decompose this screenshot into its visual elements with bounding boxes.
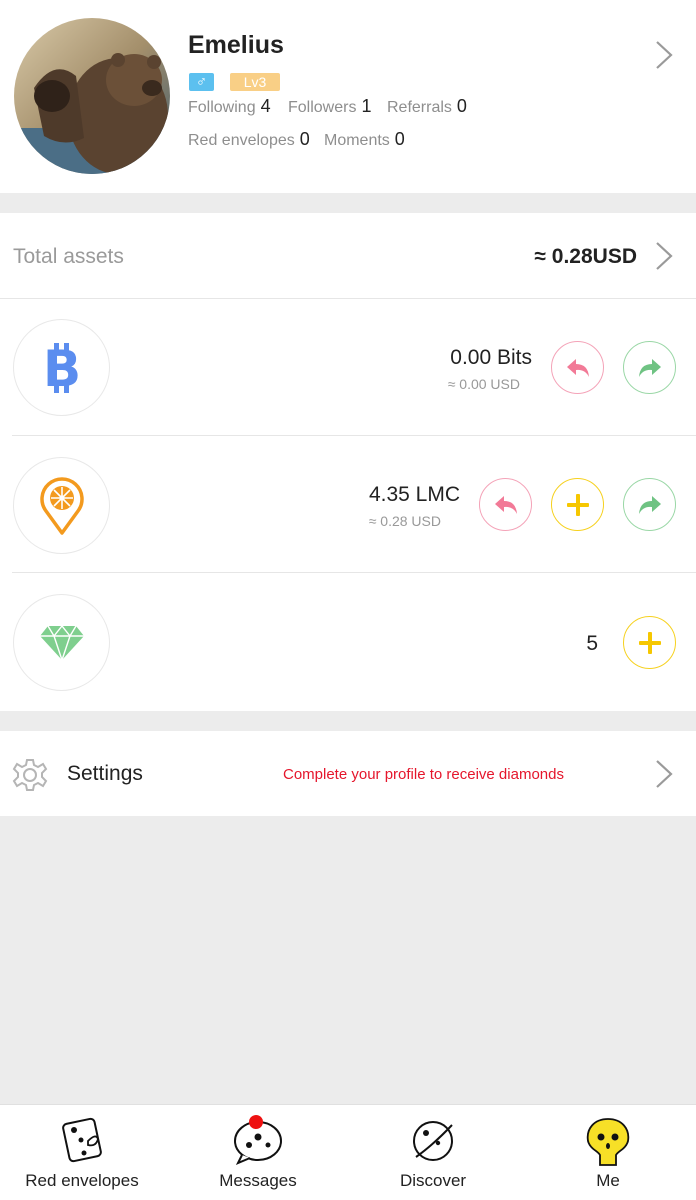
moments-label: Moments [324, 132, 390, 149]
tab-me[interactable]: Me [536, 1105, 680, 1200]
bits-usd-value: ≈ 0.00 USD [447, 376, 520, 392]
total-assets-value: ≈ 0.28USD [534, 245, 637, 268]
tab-label: Messages [219, 1171, 297, 1190]
settings-row[interactable]: Settings Complete your profile to receiv… [0, 731, 696, 816]
level-badge: Lv3 [230, 73, 280, 91]
followers-count: 1 [361, 96, 372, 116]
red-envelopes-stat[interactable]: Red envelopes 0 [188, 129, 310, 150]
diamonds-amount: 5 [586, 632, 598, 655]
lmc-add-button[interactable] [551, 478, 604, 531]
settings-label: Settings [67, 762, 143, 785]
total-assets-row[interactable]: Total assets ≈ 0.28USD [0, 213, 696, 299]
tab-label: Me [596, 1171, 620, 1190]
referrals-count: 0 [456, 96, 467, 116]
red-envelopes-label: Red envelopes [188, 132, 295, 149]
moments-stat[interactable]: Moments 0 [324, 129, 405, 150]
diamonds-add-button[interactable] [623, 616, 676, 669]
followers-stat[interactable]: Followers 1 [288, 96, 371, 117]
reply-arrow-icon [494, 495, 517, 514]
coin-list: B 0.00 Bits ≈ 0.00 USD 4.35 LMC ≈ 0.28 U… [0, 299, 696, 711]
lmc-amount: 4.35 LMC [368, 483, 460, 506]
moments-count: 0 [394, 129, 405, 149]
planet-icon [413, 1121, 453, 1161]
bits-receive-button[interactable] [551, 341, 604, 394]
avatar[interactable] [14, 18, 170, 174]
bits-amount: 0.00 Bits [450, 346, 532, 369]
lmc-usd-value: ≈ 0.28 USD [368, 513, 441, 529]
referrals-label: Referrals [387, 99, 452, 116]
bottom-tab-bar: Red envelopes Messages Discover Me [0, 1104, 696, 1200]
followers-label: Followers [288, 99, 357, 116]
coin-row-lmc[interactable]: 4.35 LMC ≈ 0.28 USD [0, 436, 696, 573]
forward-arrow-icon [638, 495, 661, 514]
tab-label: Discover [399, 1171, 467, 1190]
forward-arrow-icon [638, 358, 661, 377]
lmc-receive-button[interactable] [479, 478, 532, 531]
tab-messages[interactable]: Messages [186, 1105, 330, 1200]
svg-text:B: B [42, 341, 80, 395]
following-count: 4 [260, 96, 271, 116]
plus-icon [566, 493, 589, 516]
chat-bubble-icon [234, 1115, 282, 1165]
gender-male-badge: ♂ [189, 73, 214, 91]
tab-red-envelopes[interactable]: Red envelopes [10, 1105, 154, 1200]
tab-label: Red envelopes [25, 1171, 139, 1190]
following-stat[interactable]: Following 4 [188, 96, 271, 117]
orange-pin-icon [13, 457, 110, 554]
mascot-icon [586, 1118, 630, 1166]
gear-icon [12, 759, 48, 791]
reply-arrow-icon [566, 358, 589, 377]
red-envelopes-count: 0 [299, 129, 310, 149]
profile-completion-hint: Complete your profile to receive diamond… [283, 766, 564, 783]
bear-avatar-image [14, 18, 170, 174]
chevron-right-icon[interactable] [654, 759, 674, 789]
following-label: Following [188, 99, 256, 116]
dice-icon [62, 1117, 102, 1163]
bitcoin-icon: B [13, 319, 110, 416]
coin-row-bits[interactable]: B 0.00 Bits ≈ 0.00 USD [0, 299, 696, 436]
referrals-stat[interactable]: Referrals 0 [387, 96, 467, 117]
user-name: Emelius [188, 31, 284, 59]
lmc-send-button[interactable] [623, 478, 676, 531]
diamond-icon [13, 594, 110, 691]
tab-discover[interactable]: Discover [361, 1105, 505, 1200]
bits-send-button[interactable] [623, 341, 676, 394]
chevron-right-icon[interactable] [654, 40, 674, 70]
chevron-right-icon[interactable] [654, 241, 674, 271]
total-assets-label: Total assets [13, 245, 124, 268]
unread-badge [249, 1115, 263, 1129]
plus-icon [638, 631, 661, 654]
profile-card[interactable]: Emelius ♂ Lv3 Following 4 Followers 1 Refe… [0, 0, 696, 193]
coin-row-diamonds[interactable]: 5 [0, 573, 696, 711]
